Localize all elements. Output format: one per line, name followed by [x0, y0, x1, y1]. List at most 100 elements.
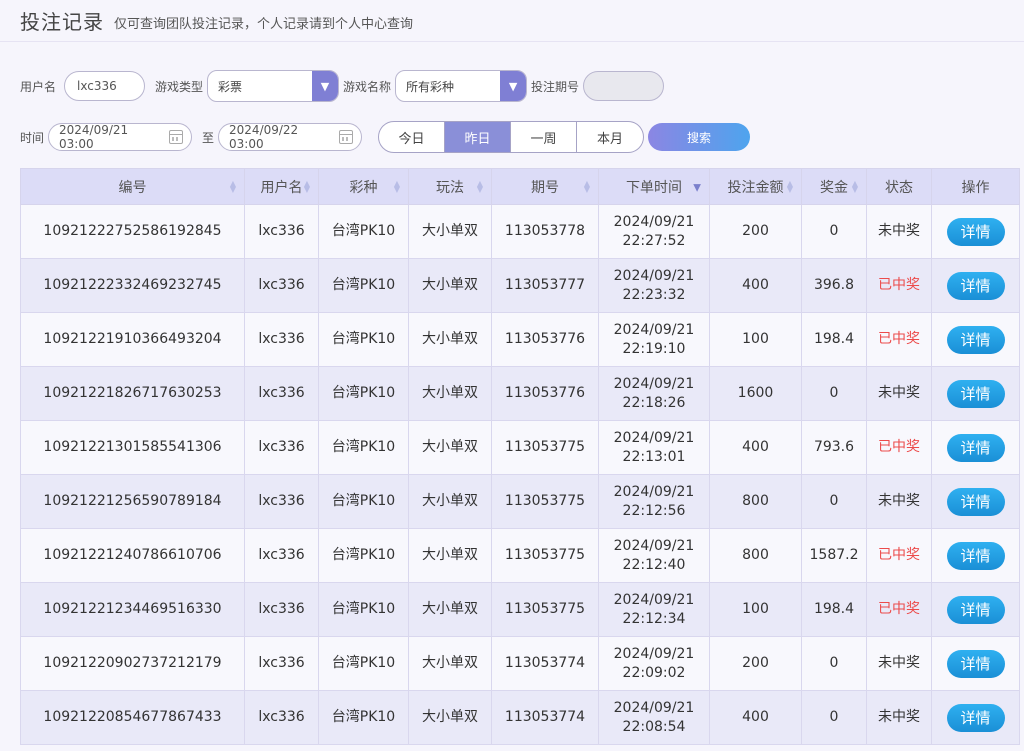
game-name-label: 游戏名称: [343, 79, 392, 94]
detail-button[interactable]: 详情: [946, 325, 1005, 354]
cell-play: 大小单双: [408, 690, 492, 745]
cell-prize: 0: [801, 366, 867, 421]
cell-time: 22:12:40: [622, 556, 686, 573]
cell-id: 10921220902737212179: [20, 636, 245, 691]
col-header-amount[interactable]: 投注金额 ▲ ▼: [709, 168, 802, 205]
sort-icon[interactable]: ▲ ▼: [852, 179, 858, 193]
filter-row-2: 时间 2024/09/21 03:00 至 2024/09/22 03:00 今…: [20, 121, 751, 153]
cell-prize: 0: [801, 690, 867, 745]
col-header-play[interactable]: 玩法 ▲ ▼: [408, 168, 492, 205]
period-input[interactable]: [583, 71, 665, 101]
start-date-input[interactable]: 2024/09/21 03:00: [48, 123, 193, 151]
detail-button[interactable]: 详情: [946, 217, 1005, 246]
cell-status: 未中奖: [866, 204, 932, 259]
search-button[interactable]: 搜索: [648, 123, 751, 151]
detail-button[interactable]: 详情: [946, 595, 1005, 624]
cell-amount: 800: [709, 528, 802, 583]
cell-user: lxc336: [244, 474, 319, 529]
cell-period: 113053776: [491, 366, 599, 421]
sort-icon[interactable]: ▲ ▼: [304, 179, 310, 193]
cell-action: 详情: [931, 258, 1020, 313]
calendar-icon[interactable]: [339, 130, 354, 144]
cell-period: 113053777: [491, 258, 599, 313]
cell-period: 113053776: [491, 312, 599, 367]
detail-button[interactable]: 详情: [946, 649, 1005, 678]
table-row: 10921220854677867433 lxc336 台湾PK10 大小单双 1130…: [20, 690, 1020, 745]
sort-icon[interactable]: ▲ ▼: [584, 179, 590, 193]
cell-game: 台湾PK10: [318, 582, 409, 637]
end-date-value: 2024/09/22 03:00: [229, 123, 299, 151]
cell-user: lxc336: [244, 528, 319, 583]
cell-user: lxc336: [244, 690, 319, 745]
cell-id: 10921221826717630253: [20, 366, 245, 421]
table-row: 10921222332469232745 lxc336 台湾PK10 大小单双 1130…: [20, 258, 1020, 313]
cell-action: 详情: [931, 420, 1020, 475]
cell-user: lxc336: [244, 258, 319, 313]
cell-amount: 800: [709, 474, 802, 529]
cell-game: 台湾PK10: [318, 528, 409, 583]
cell-action: 详情: [931, 690, 1020, 745]
sort-desc-icon[interactable]: ▼: [693, 182, 701, 193]
cell-game: 台湾PK10: [318, 258, 409, 313]
cell-prize: 198.4: [801, 312, 867, 367]
cell-time: 22:19:10: [622, 340, 686, 357]
cell-status: 已中奖: [866, 312, 932, 367]
table-row: 10921221234469516330 lxc336 台湾PK10 大小单双 1130…: [20, 582, 1020, 637]
username-input[interactable]: lxc336: [64, 71, 146, 101]
cell-game: 台湾PK10: [318, 312, 409, 367]
end-date-input[interactable]: 2024/09/22 03:00: [218, 123, 363, 151]
detail-button[interactable]: 详情: [946, 271, 1005, 300]
username-label: 用户名: [20, 79, 57, 94]
col-header-id[interactable]: 编号 ▲ ▼: [20, 168, 245, 205]
game-name-select[interactable]: 所有彩种 ▼: [395, 70, 528, 102]
col-header-user[interactable]: 用户名 ▲ ▼: [244, 168, 319, 205]
cell-play: 大小单双: [408, 312, 492, 367]
sort-icon[interactable]: ▲ ▼: [477, 179, 483, 193]
cell-action: 详情: [931, 366, 1020, 421]
game-type-select[interactable]: 彩票 ▼: [207, 70, 340, 102]
cell-period: 113053775: [491, 582, 599, 637]
game-type-value: 彩票: [218, 79, 243, 94]
sort-icon[interactable]: ▲ ▼: [230, 179, 236, 193]
col-header-prize[interactable]: 奖金 ▲ ▼: [801, 168, 867, 205]
cell-period: 113053775: [491, 420, 599, 475]
sort-icon[interactable]: ▲ ▼: [394, 179, 400, 193]
page-header: 投注记录 仅可查询团队投注记录，个人记录请到个人中心查询: [0, 0, 1024, 42]
detail-button[interactable]: 详情: [946, 703, 1005, 732]
sort-icon[interactable]: ▲ ▼: [787, 179, 793, 193]
cell-id: 10921221234469516330: [20, 582, 245, 637]
range-week-button[interactable]: 一周: [511, 122, 578, 152]
table-row: 10921221256590789184 lxc336 台湾PK10 大小单双 1130…: [20, 474, 1020, 529]
range-today-button[interactable]: 今日: [379, 122, 446, 152]
col-header-game[interactable]: 彩种 ▲ ▼: [318, 168, 409, 205]
detail-button[interactable]: 详情: [946, 433, 1005, 462]
col-header-order-time[interactable]: 下单时间 ▼: [598, 168, 710, 205]
triangle-down-icon: ▼: [312, 71, 339, 101]
col-header-period[interactable]: 期号 ▲ ▼: [491, 168, 599, 205]
detail-button[interactable]: 详情: [946, 541, 1005, 570]
cell-period: 113053775: [491, 528, 599, 583]
calendar-icon[interactable]: [169, 130, 184, 144]
range-yesterday-button[interactable]: 昨日: [445, 122, 512, 152]
cell-action: 详情: [931, 528, 1020, 583]
cell-date: 2024/09/21: [613, 375, 695, 392]
cell-date: 2024/09/21: [613, 699, 695, 716]
cell-period: 113053774: [491, 636, 599, 691]
cell-amount: 200: [709, 204, 802, 259]
detail-button[interactable]: 详情: [946, 487, 1005, 516]
cell-time: 22:18:26: [622, 394, 686, 411]
cell-id: 10921221240786610706: [20, 528, 245, 583]
cell-status: 未中奖: [866, 474, 932, 529]
col-header-status: 状态: [866, 168, 932, 205]
range-month-button[interactable]: 本月: [577, 122, 643, 152]
cell-play: 大小单双: [408, 636, 492, 691]
game-name-value: 所有彩种: [406, 79, 455, 94]
detail-button[interactable]: 详情: [946, 379, 1005, 408]
cell-status: 未中奖: [866, 636, 932, 691]
cell-user: lxc336: [244, 582, 319, 637]
cell-play: 大小单双: [408, 582, 492, 637]
table-row: 10921221910366493204 lxc336 台湾PK10 大小单双 1130…: [20, 312, 1020, 367]
table-row: 10921221301585541306 lxc336 台湾PK10 大小单双 1130…: [20, 420, 1020, 475]
cell-prize: 1587.2: [801, 528, 867, 583]
cell-date: 2024/09/21: [613, 483, 695, 500]
